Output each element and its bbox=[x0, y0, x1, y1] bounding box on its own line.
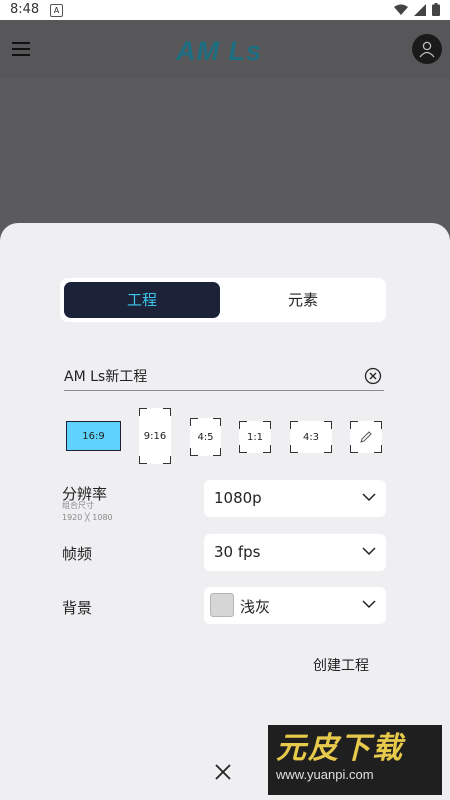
ratio-label: 4:3 bbox=[302, 431, 320, 443]
resolution-value: 1080p bbox=[214, 489, 262, 507]
status-time: 8:48 bbox=[10, 2, 40, 17]
dim-overlay[interactable] bbox=[0, 78, 450, 223]
resolution-sub-label: 组合尺寸 bbox=[62, 501, 94, 510]
wifi-icon bbox=[394, 4, 408, 15]
ratio-16-9[interactable]: 16:9 bbox=[66, 421, 121, 451]
framerate-label: 帧频 bbox=[62, 545, 93, 563]
ratio-4-5[interactable]: 4:5 bbox=[190, 418, 221, 456]
new-project-sheet: 工程 元素 16:9 9:16 4:5 1:1 4:3 分辨率 组合尺寸 192… bbox=[0, 223, 450, 800]
signal-icon bbox=[414, 3, 426, 16]
ratio-label: 4:5 bbox=[197, 431, 214, 443]
tab-elements[interactable]: 元素 bbox=[224, 282, 382, 318]
create-project-button[interactable]: 创建工程 bbox=[313, 655, 369, 675]
battery-icon bbox=[432, 3, 440, 16]
user-icon bbox=[419, 41, 435, 58]
chevron-down-icon bbox=[362, 547, 376, 556]
ratio-1-1[interactable]: 1:1 bbox=[239, 421, 271, 453]
status-icons bbox=[394, 3, 440, 16]
watermark-title: 元皮下载 bbox=[276, 731, 404, 766]
ratio-label: 1:1 bbox=[246, 431, 264, 443]
resolution-select[interactable]: 1080p bbox=[204, 480, 386, 517]
avatar[interactable] bbox=[412, 34, 442, 64]
framerate-select[interactable]: 30 fps bbox=[204, 534, 386, 571]
ratio-4-3[interactable]: 4:3 bbox=[290, 421, 332, 453]
chevron-down-icon bbox=[362, 493, 376, 502]
mode-tabs: 工程 元素 bbox=[60, 278, 386, 322]
notification-icon: A bbox=[50, 4, 63, 17]
ratio-custom[interactable] bbox=[350, 421, 382, 453]
app-header: AM Ls bbox=[0, 20, 450, 78]
project-name-field bbox=[64, 366, 384, 391]
background-select[interactable]: 浅灰 bbox=[204, 587, 386, 624]
project-name-input[interactable] bbox=[64, 368, 354, 384]
ratio-label: 9:16 bbox=[143, 430, 167, 442]
clear-icon[interactable] bbox=[364, 367, 382, 385]
ratio-9-16[interactable]: 9:16 bbox=[139, 408, 171, 464]
ratio-label: 16:9 bbox=[82, 430, 105, 442]
status-bar: 8:48 A bbox=[0, 0, 450, 20]
pencil-icon bbox=[360, 431, 372, 443]
framerate-value: 30 fps bbox=[214, 543, 261, 561]
background-label: 背景 bbox=[62, 599, 93, 617]
watermark: 元皮下载 www.yuanpi.com bbox=[268, 725, 442, 795]
menu-icon[interactable] bbox=[12, 42, 30, 56]
app-logo: AM Ls bbox=[176, 36, 262, 66]
color-swatch bbox=[210, 593, 234, 617]
resolution-dimensions: 1920 ╳ 1080 bbox=[62, 513, 113, 522]
close-icon[interactable] bbox=[214, 763, 232, 781]
tab-project[interactable]: 工程 bbox=[64, 282, 220, 318]
chevron-down-icon bbox=[362, 600, 376, 609]
background-value: 浅灰 bbox=[240, 598, 271, 616]
watermark-url: www.yuanpi.com bbox=[276, 767, 374, 782]
